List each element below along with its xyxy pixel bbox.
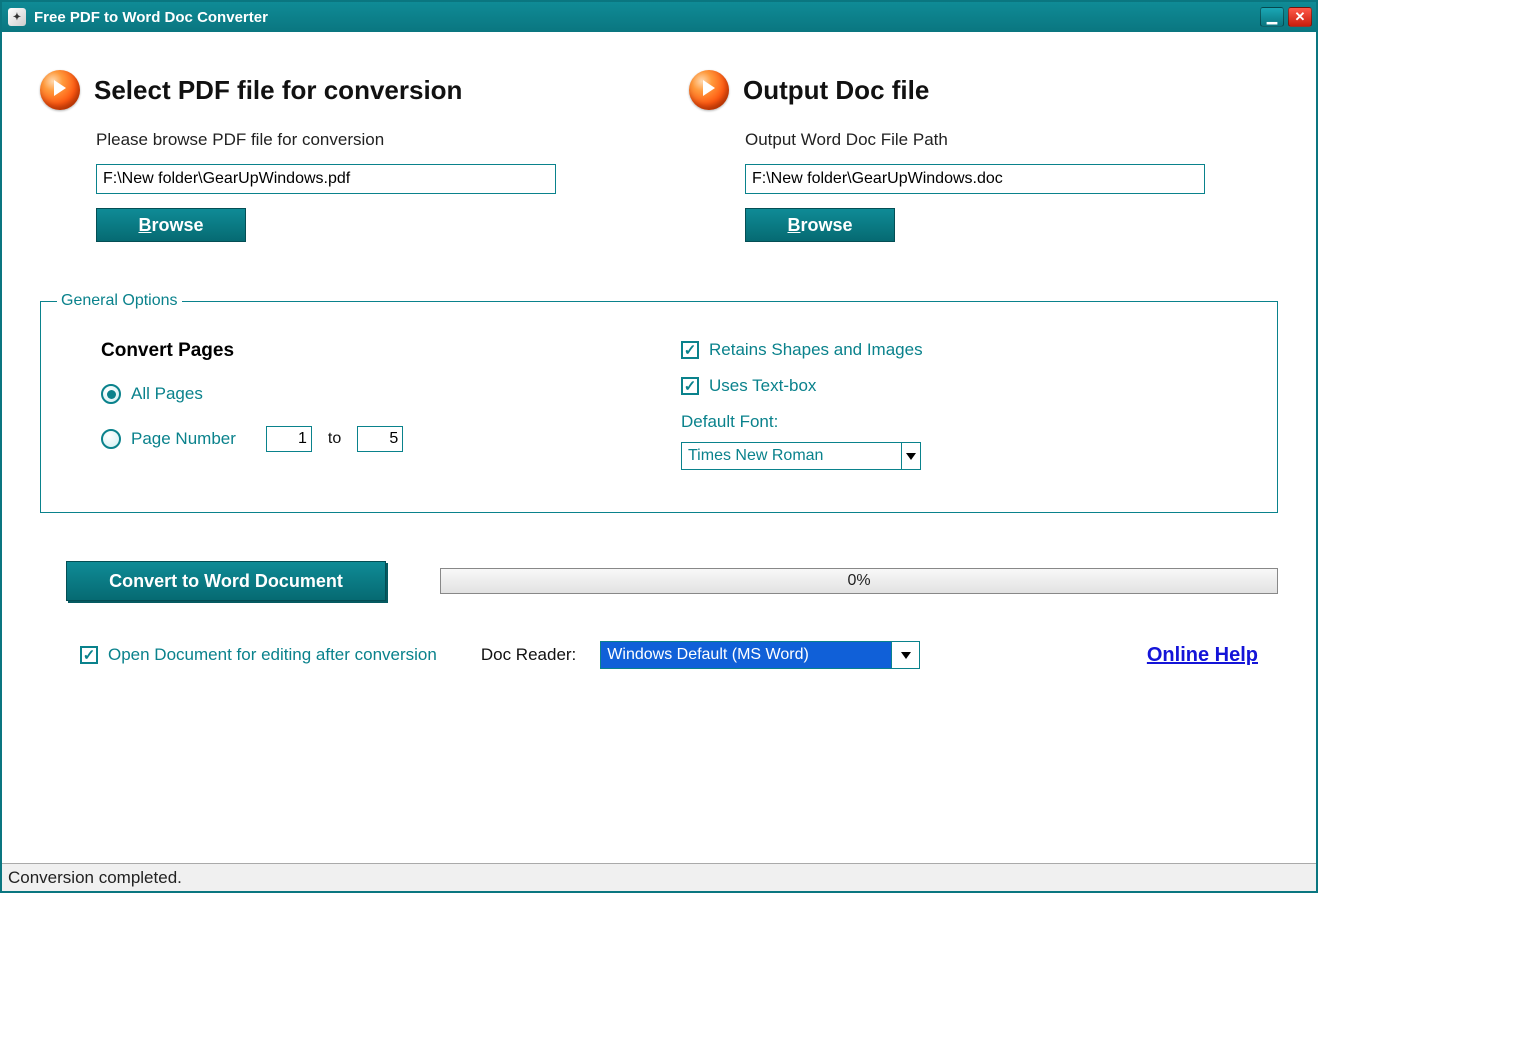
- chevron-down-icon[interactable]: [892, 641, 920, 669]
- minimize-button[interactable]: ▁: [1260, 7, 1284, 27]
- retain-shapes-checkbox[interactable]: [681, 341, 699, 359]
- open-after-label: Open Document for editing after conversi…: [108, 645, 437, 665]
- close-button[interactable]: ✕: [1288, 7, 1312, 27]
- general-options-group: General Options Convert Pages All Pages …: [40, 292, 1278, 513]
- input-section-title: Select PDF file for conversion: [94, 75, 462, 106]
- input-section: Select PDF file for conversion Please br…: [40, 70, 629, 242]
- input-subtext: Please browse PDF file for conversion: [96, 130, 629, 150]
- page-to-input[interactable]: [357, 426, 403, 452]
- default-font-value[interactable]: [681, 442, 901, 470]
- output-section-title: Output Doc file: [743, 75, 929, 106]
- app-window: ✦ Free PDF to Word Doc Converter ▁ ✕ Sel…: [0, 0, 1318, 893]
- output-section: Output Doc file Output Word Doc File Pat…: [689, 70, 1278, 242]
- content-area: Select PDF file for conversion Please br…: [2, 32, 1316, 863]
- page-number-radio[interactable]: [101, 429, 121, 449]
- input-path-field[interactable]: [96, 164, 556, 194]
- default-font-combo[interactable]: [681, 442, 921, 470]
- status-text: Conversion completed.: [8, 868, 182, 888]
- output-subtext: Output Word Doc File Path: [745, 130, 1278, 150]
- retain-shapes-label: Retains Shapes and Images: [709, 340, 923, 360]
- page-from-input[interactable]: [266, 426, 312, 452]
- status-bar: Conversion completed.: [2, 863, 1316, 891]
- to-label: to: [328, 430, 341, 448]
- doc-reader-value[interactable]: Windows Default (MS Word): [600, 641, 892, 669]
- open-after-checkbox[interactable]: [80, 646, 98, 664]
- doc-reader-combo[interactable]: Windows Default (MS Word): [600, 641, 920, 669]
- arrow-icon: [40, 70, 80, 110]
- chevron-down-icon[interactable]: [901, 442, 921, 470]
- doc-reader-label: Doc Reader:: [481, 645, 576, 665]
- uses-textbox-checkbox[interactable]: [681, 377, 699, 395]
- online-help-link[interactable]: Online Help: [1147, 644, 1258, 667]
- progress-bar: 0%: [440, 568, 1278, 594]
- window-title: Free PDF to Word Doc Converter: [34, 9, 1256, 26]
- titlebar: ✦ Free PDF to Word Doc Converter ▁ ✕: [2, 2, 1316, 32]
- arrow-icon: [689, 70, 729, 110]
- app-icon: ✦: [8, 8, 26, 26]
- output-browse-button[interactable]: Browse: [745, 208, 895, 242]
- options-legend: General Options: [57, 292, 182, 310]
- convert-button[interactable]: Convert to Word Document: [66, 561, 386, 601]
- output-path-field[interactable]: [745, 164, 1205, 194]
- uses-textbox-label: Uses Text-box: [709, 376, 816, 396]
- page-number-label: Page Number: [131, 429, 236, 449]
- convert-pages-title: Convert Pages: [101, 340, 581, 362]
- all-pages-label: All Pages: [131, 384, 203, 404]
- input-browse-button[interactable]: Browse: [96, 208, 246, 242]
- default-font-label: Default Font:: [681, 412, 1239, 432]
- all-pages-radio[interactable]: [101, 384, 121, 404]
